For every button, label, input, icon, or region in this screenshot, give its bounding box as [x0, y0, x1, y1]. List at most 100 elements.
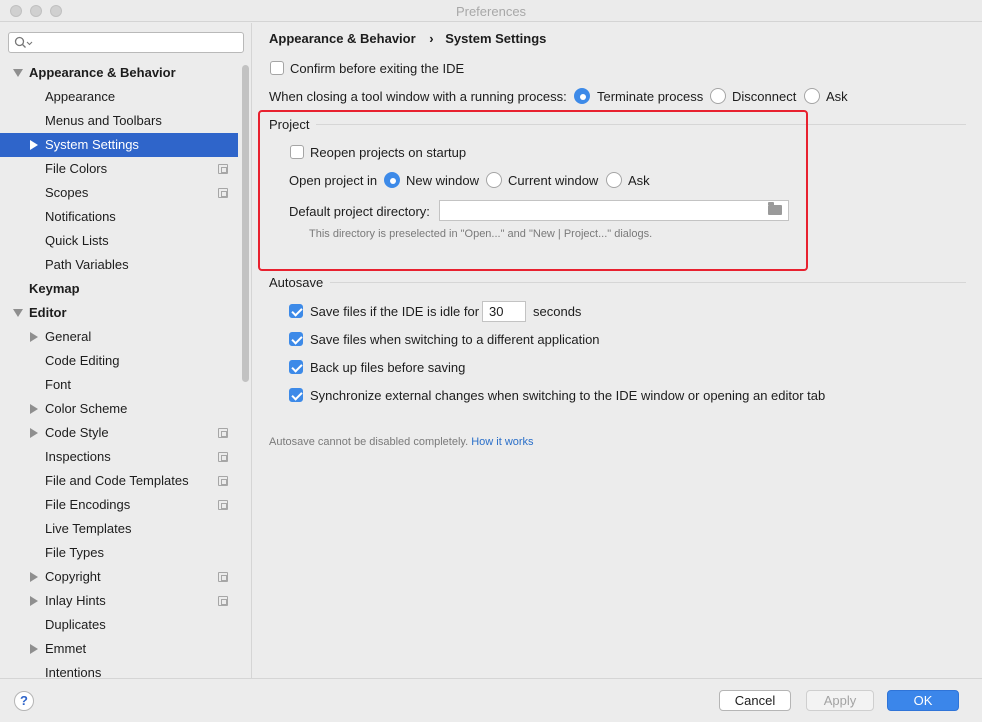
save-switch-app-checkbox[interactable] — [289, 332, 303, 346]
sidebar-item-label: Quick Lists — [45, 233, 109, 248]
how-it-works-link[interactable]: How it works — [471, 436, 533, 448]
settings-content: Appearance & Behavior › System Settings … — [253, 23, 982, 678]
sidebar-item-label: Duplicates — [45, 617, 106, 632]
sidebar-item-label: Path Variables — [45, 257, 129, 272]
sync-external-checkbox[interactable] — [289, 388, 303, 402]
closing-ask-label: Ask — [826, 89, 848, 104]
save-switch-app-label: Save files when switching to a different… — [310, 332, 600, 347]
sidebar-item-label: General — [45, 329, 92, 344]
sidebar-scrollbar[interactable] — [242, 65, 249, 382]
sidebar-item-general[interactable]: General — [0, 325, 238, 349]
project-scope-icon — [218, 188, 228, 198]
expanded-arrow-icon[interactable] — [13, 69, 23, 77]
sidebar-item-label: Keymap — [29, 281, 80, 296]
disconnect-radio[interactable] — [710, 88, 726, 104]
help-button[interactable]: ? — [14, 691, 34, 711]
sidebar-item-appearance[interactable]: Appearance — [0, 85, 238, 109]
sidebar-item-label: Live Templates — [45, 521, 132, 536]
sidebar-item-file-types[interactable]: File Types — [0, 541, 238, 565]
sidebar-item-label: Editor — [29, 305, 67, 320]
sidebar-item-color-scheme[interactable]: Color Scheme — [0, 397, 238, 421]
sidebar-item-label: File and Code Templates — [45, 473, 189, 488]
sidebar-item-quick-lists[interactable]: Quick Lists — [0, 229, 238, 253]
autosave-section-title: Autosave — [269, 275, 324, 290]
autosave-note: Autosave cannot be disabled completely. … — [269, 436, 534, 448]
sidebar-item-label: Notifications — [45, 209, 116, 224]
sidebar-item-inlay-hints[interactable]: Inlay Hints — [0, 589, 238, 613]
collapsed-arrow-icon[interactable] — [30, 596, 38, 606]
sidebar-item-label: File Types — [45, 545, 105, 560]
collapsed-arrow-icon[interactable] — [30, 140, 38, 150]
project-scope-icon — [218, 428, 228, 438]
sync-external-label: Synchronize external changes when switch… — [310, 388, 826, 403]
sidebar-item-file-encodings[interactable]: File Encodings — [0, 493, 238, 517]
search-icon — [14, 36, 33, 48]
autosave-section-divider — [330, 282, 966, 283]
sidebar-item-label: Copyright — [45, 569, 101, 584]
sidebar-item-duplicates[interactable]: Duplicates — [0, 613, 238, 637]
sidebar-item-label: File Encodings — [45, 497, 131, 512]
sidebar-item-label: Inspections — [45, 449, 111, 464]
breadcrumb-parent[interactable]: Appearance & Behavior — [269, 31, 416, 46]
settings-sidebar: Appearance & Behavior Appearance Menus and… — [0, 23, 252, 678]
project-scope-icon — [218, 572, 228, 582]
collapsed-arrow-icon[interactable] — [30, 572, 38, 582]
ok-button[interactable]: OK — [887, 690, 959, 711]
sidebar-item-file-colors[interactable]: File Colors — [0, 157, 238, 181]
collapsed-arrow-icon[interactable] — [30, 404, 38, 414]
closing-ask-radio[interactable] — [804, 88, 820, 104]
sidebar-item-code-style[interactable]: Code Style — [0, 421, 238, 445]
sidebar-item-appearance-behavior[interactable]: Appearance & Behavior — [0, 61, 238, 85]
apply-button[interactable]: Apply — [806, 690, 874, 711]
backup-files-label: Back up files before saving — [310, 360, 466, 375]
project-scope-icon — [218, 596, 228, 606]
terminate-process-radio[interactable] — [574, 88, 590, 104]
confirm-exit-label: Confirm before exiting the IDE — [290, 61, 465, 76]
sidebar-item-path-variables[interactable]: Path Variables — [0, 253, 238, 277]
expanded-arrow-icon[interactable] — [13, 309, 23, 317]
sidebar-item-keymap[interactable]: Keymap — [0, 277, 238, 301]
sidebar-item-code-editing[interactable]: Code Editing — [0, 349, 238, 373]
sidebar-item-label: Menus and Toolbars — [45, 113, 162, 128]
breadcrumb-separator: › — [429, 31, 434, 46]
collapsed-arrow-icon[interactable] — [30, 644, 38, 654]
project-scope-icon — [218, 452, 228, 462]
sidebar-item-inspections[interactable]: Inspections — [0, 445, 238, 469]
sidebar-item-label: Appearance — [45, 89, 116, 104]
sidebar-item-editor[interactable]: Editor — [0, 301, 238, 325]
sidebar-item-file-and-code-templates[interactable]: File and Code Templates — [0, 469, 238, 493]
sidebar-item-font[interactable]: Font — [0, 373, 238, 397]
sidebar-item-label: File Colors — [45, 161, 108, 176]
sidebar-item-scopes[interactable]: Scopes — [0, 181, 238, 205]
sidebar-item-label: Code Style — [45, 425, 109, 440]
highlight-box — [258, 110, 808, 271]
sidebar-item-menus-and-toolbars[interactable]: Menus and Toolbars — [0, 109, 238, 133]
collapsed-arrow-icon[interactable] — [30, 332, 38, 342]
confirm-exit-checkbox[interactable] — [270, 61, 284, 75]
sidebar-item-copyright[interactable]: Copyright — [0, 565, 238, 589]
sidebar-item-system-settings[interactable]: System Settings — [0, 133, 238, 157]
breadcrumb-current: System Settings — [445, 31, 547, 46]
cancel-button[interactable]: Cancel — [719, 690, 791, 711]
sidebar-item-label: Inlay Hints — [45, 593, 106, 608]
terminate-process-label: Terminate process — [597, 89, 704, 104]
project-scope-icon — [218, 500, 228, 510]
sidebar-item-label: Intentions — [45, 665, 102, 678]
save-idle-checkbox[interactable] — [289, 304, 303, 318]
collapsed-arrow-icon[interactable] — [30, 428, 38, 438]
idle-seconds-input[interactable]: 30 — [482, 301, 526, 322]
sidebar-item-label: Emmet — [45, 641, 87, 656]
sidebar-item-notifications[interactable]: Notifications — [0, 205, 238, 229]
sidebar-item-label: Scopes — [45, 185, 89, 200]
sidebar-item-label: Code Editing — [45, 353, 120, 368]
sidebar-item-label: Font — [45, 377, 72, 392]
save-idle-label: Save files if the IDE is idle for — [310, 304, 480, 319]
closing-process-label: When closing a tool window with a runnin… — [269, 89, 567, 104]
disconnect-label: Disconnect — [732, 89, 797, 104]
sidebar-item-live-templates[interactable]: Live Templates — [0, 517, 238, 541]
autosave-note-text: Autosave cannot be disabled completely. — [269, 436, 469, 448]
sidebar-item-intentions[interactable]: Intentions — [0, 661, 238, 678]
settings-search-input[interactable] — [8, 32, 244, 53]
backup-files-checkbox[interactable] — [289, 360, 303, 374]
sidebar-item-emmet[interactable]: Emmet — [0, 637, 238, 661]
